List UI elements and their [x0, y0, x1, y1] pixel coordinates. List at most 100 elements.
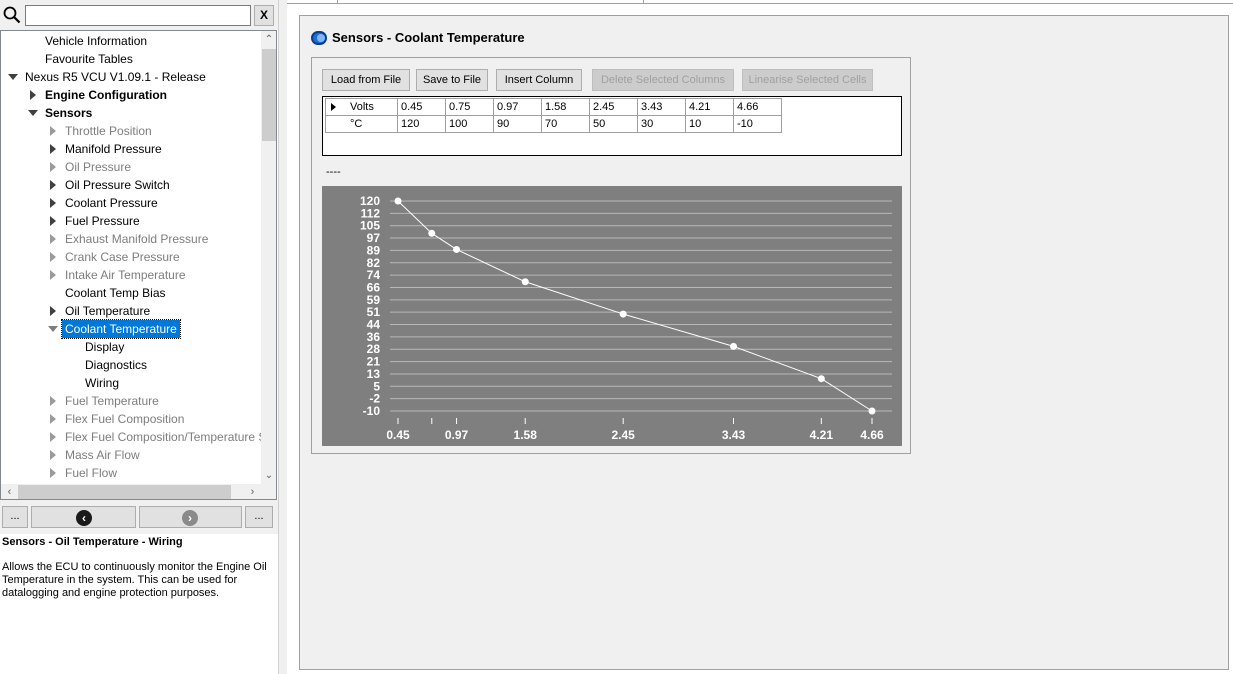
navigation-tree[interactable]: Vehicle Information Favourite Tables Nexus… — [0, 30, 277, 500]
tree-item[interactable]: Manifold Pressure — [1, 140, 261, 158]
expand-arrow-icon[interactable] — [48, 266, 58, 284]
table-cell[interactable]: 90 — [493, 115, 542, 133]
expand-arrow-icon[interactable] — [48, 410, 58, 428]
tree-item[interactable]: Fuel Temperature — [1, 392, 261, 410]
chart-background — [322, 186, 902, 446]
tree-item[interactable]: Display — [1, 338, 261, 356]
table-cell[interactable]: 100 — [445, 115, 494, 133]
insert-column-button[interactable]: Insert Column — [496, 69, 582, 91]
horizontal-scroll-thumb[interactable] — [18, 485, 231, 499]
expand-arrow-icon[interactable] — [48, 464, 58, 482]
tree-item[interactable]: Flex Fuel Composition/Temperature S — [1, 428, 261, 446]
tree-item[interactable]: Intake Air Temperature — [1, 266, 261, 284]
table-cell[interactable]: 70 — [541, 115, 590, 133]
data-point[interactable] — [453, 245, 461, 253]
table-cell[interactable]: 1.58 — [541, 98, 590, 116]
tree-item[interactable]: Oil Pressure Switch — [1, 176, 261, 194]
load-from-file-button[interactable]: Load from File — [322, 69, 410, 91]
expand-arrow-icon[interactable] — [48, 302, 58, 320]
tree-item[interactable]: Crank Case Pressure — [1, 248, 261, 266]
coolant-temperature-chart[interactable]: 1201121059789827466595144362821135-2-100… — [322, 186, 902, 446]
table-row: Volts 0.45 0.75 0.97 1.58 2.45 3.43 4.21 4.66 — [325, 98, 782, 116]
table-cell[interactable]: -10 — [733, 115, 782, 133]
scroll-up-icon[interactable]: ⌃ — [261, 31, 276, 48]
table-cell[interactable]: 2.45 — [589, 98, 638, 116]
data-point[interactable] — [521, 278, 529, 286]
scroll-left-icon[interactable]: ‹ — [1, 484, 18, 499]
data-point[interactable] — [730, 342, 738, 350]
more-left-button[interactable]: ... — [2, 506, 28, 528]
row-header-temp: °C — [325, 115, 398, 133]
expand-arrow-icon[interactable] — [48, 158, 58, 176]
tree-item[interactable]: Wiring — [1, 374, 261, 392]
expand-arrow-icon[interactable] — [28, 86, 38, 104]
expand-arrow-icon[interactable] — [48, 140, 58, 158]
expand-arrow-icon[interactable] — [48, 194, 58, 212]
table-cell[interactable]: 0.97 — [493, 98, 542, 116]
calibration-grid[interactable]: Volts 0.45 0.75 0.97 1.58 2.45 3.43 4.21 4.66 °… — [325, 98, 782, 133]
tree-item[interactable]: Coolant Temp Bias — [1, 284, 261, 302]
tree-item[interactable]: Oil Temperature — [1, 302, 261, 320]
expand-arrow-icon[interactable] — [48, 176, 58, 194]
calibration-table[interactable]: Volts 0.45 0.75 0.97 1.58 2.45 3.43 4.21 4.66 °… — [322, 96, 902, 156]
expand-arrow-icon[interactable] — [48, 392, 58, 410]
panel-splitter[interactable] — [278, 0, 287, 674]
table-cell[interactable]: 30 — [637, 115, 686, 133]
table-cell[interactable]: 120 — [397, 115, 446, 133]
expand-arrow-icon[interactable] — [48, 428, 58, 446]
table-cell[interactable]: 10 — [685, 115, 734, 133]
table-cell[interactable]: 50 — [589, 115, 638, 133]
tree-item[interactable]: Diagnostics — [1, 356, 261, 374]
vertical-scroll-thumb[interactable] — [262, 49, 276, 141]
vertical-scrollbar[interactable]: ⌃ ⌄ — [261, 31, 276, 484]
back-button[interactable]: ‹ — [31, 506, 136, 528]
tree-item-label: Coolant Temp Bias — [65, 286, 166, 300]
tree-item[interactable]: Sensors — [1, 104, 261, 122]
save-to-file-button[interactable]: Save to File — [416, 69, 488, 91]
row-label: °C — [350, 118, 363, 130]
table-cell[interactable]: 3.43 — [637, 98, 686, 116]
collapse-arrow-icon[interactable] — [8, 68, 18, 86]
more-right-button[interactable]: ... — [245, 506, 273, 528]
data-point[interactable] — [394, 197, 402, 205]
expand-arrow-icon[interactable] — [48, 446, 58, 464]
tree-item[interactable]: Flex Fuel Composition — [1, 410, 261, 428]
data-point[interactable] — [817, 375, 825, 383]
help-title: Sensors - Oil Temperature - Wiring — [2, 536, 183, 548]
data-point[interactable] — [428, 229, 436, 237]
delete-selected-columns-button[interactable]: Delete Selected Columns — [592, 69, 734, 91]
linearise-selected-cells-button[interactable]: Linearise Selected Cells — [742, 69, 873, 91]
tree-item[interactable]: Nexus R5 VCU V1.09.1 - Release — [1, 68, 261, 86]
table-cell[interactable]: 0.45 — [397, 98, 446, 116]
tree-item[interactable]: Exhaust Manifold Pressure — [1, 230, 261, 248]
x-tick-label: 4.66 — [860, 428, 884, 442]
tree-item[interactable]: Fuel Flow — [1, 464, 261, 482]
tree-item[interactable]: Coolant Pressure — [1, 194, 261, 212]
data-point[interactable] — [868, 407, 876, 415]
expand-arrow-icon[interactable] — [48, 248, 58, 266]
forward-button[interactable]: › — [139, 506, 242, 528]
tree-item[interactable]: Oil Pressure — [1, 158, 261, 176]
tree-item[interactable]: Engine Configuration — [1, 86, 261, 104]
expand-arrow-icon[interactable] — [48, 230, 58, 248]
table-cell[interactable]: 4.21 — [685, 98, 734, 116]
scroll-down-icon[interactable]: ⌄ — [261, 467, 276, 484]
tree-item[interactable]: Coolant Temperature — [1, 319, 261, 339]
table-cell[interactable]: 4.66 — [733, 98, 782, 116]
tree-item[interactable]: Throttle Position — [1, 122, 261, 140]
tree-item[interactable]: Favourite Tables — [1, 50, 261, 68]
expand-arrow-icon[interactable] — [48, 212, 58, 230]
expand-arrow-icon[interactable] — [48, 122, 58, 140]
search-input[interactable] — [25, 5, 251, 26]
clear-search-button[interactable]: X — [254, 5, 274, 26]
horizontal-scrollbar[interactable]: ‹ › — [1, 484, 261, 499]
tree-item[interactable]: Mass Air Flow — [1, 446, 261, 464]
collapse-arrow-icon[interactable] — [28, 104, 38, 122]
table-cell[interactable]: 0.75 — [445, 98, 494, 116]
scroll-right-icon[interactable]: › — [244, 484, 261, 499]
data-point[interactable] — [619, 310, 627, 318]
tree-item[interactable]: Fuel Pressure — [1, 212, 261, 230]
sensor-toggle-icon — [311, 31, 327, 45]
collapse-arrow-icon[interactable] — [48, 320, 58, 338]
tree-item[interactable]: Vehicle Information — [1, 32, 261, 50]
